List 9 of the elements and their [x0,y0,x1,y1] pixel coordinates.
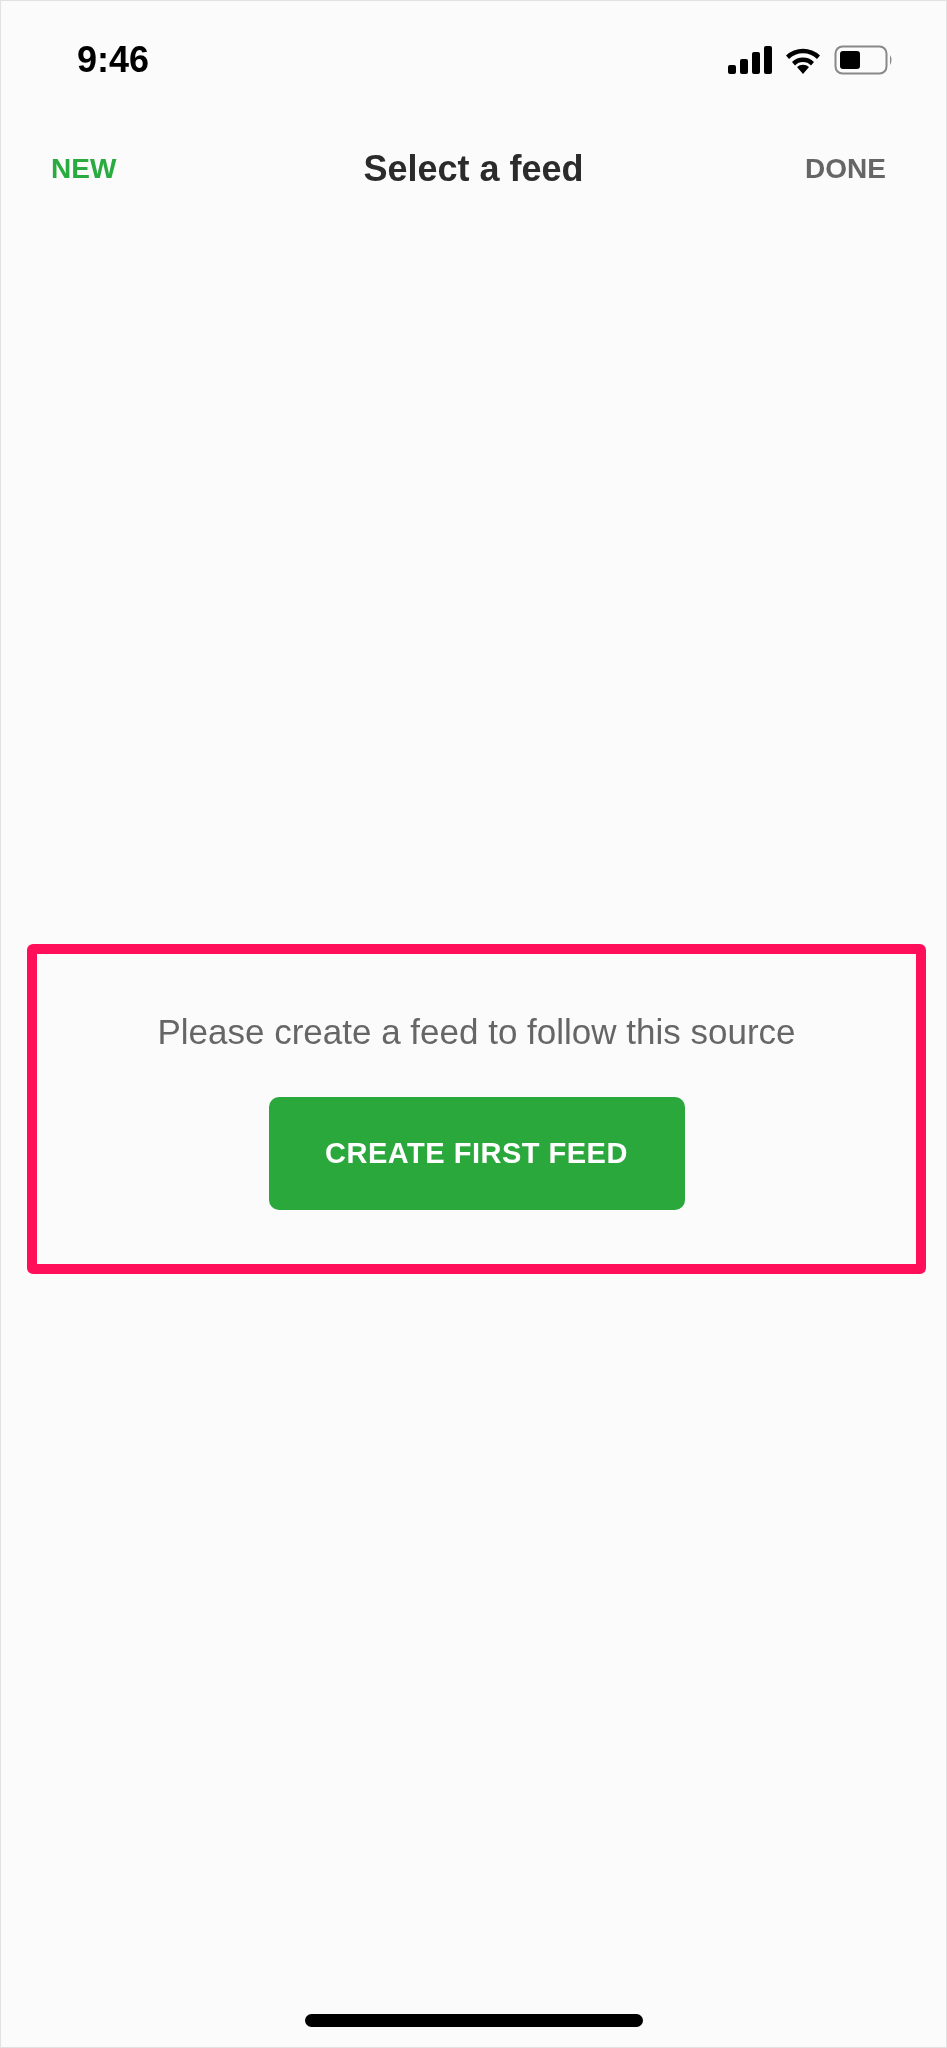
create-feed-button[interactable]: CREATE FIRST FEED [268,1097,685,1210]
screen-title: Select a feed [363,148,584,190]
done-button[interactable]: DONE [805,153,886,185]
signal-icon [728,46,772,74]
empty-message: Please create a feed to follow this source [157,1012,796,1052]
status-time: 9:46 [77,39,150,81]
battery-icon [834,45,894,75]
new-button[interactable]: NEW [51,153,117,185]
wifi-icon [784,46,822,74]
